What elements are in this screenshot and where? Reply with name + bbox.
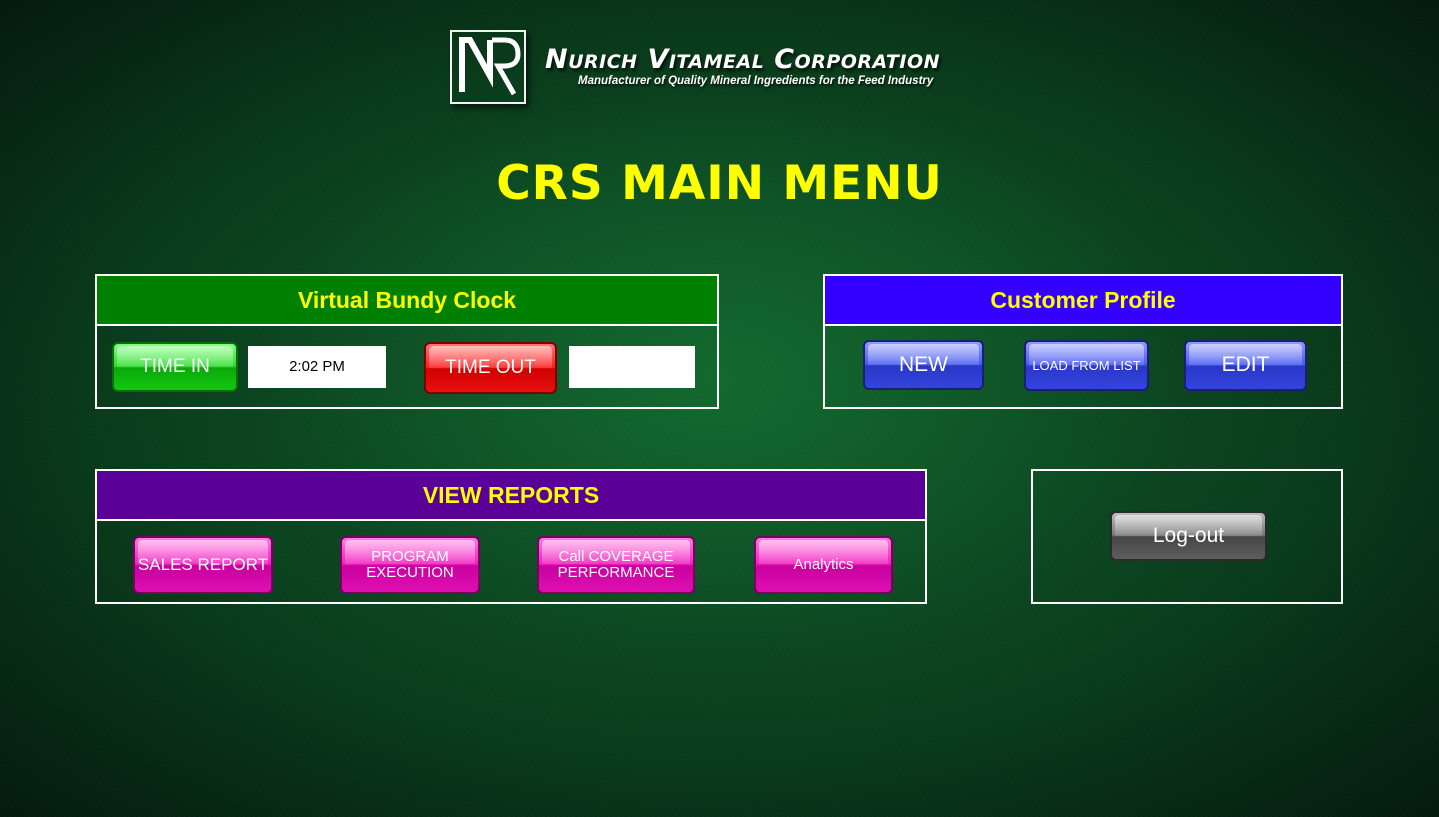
time-out-label: TIME OUT xyxy=(445,357,536,379)
logout-label: Log-out xyxy=(1152,523,1225,547)
time-in-button[interactable]: TIME IN xyxy=(112,342,238,392)
call-coverage-button[interactable]: Call COVERAGE PERFORMANCE xyxy=(537,536,695,594)
customer-profile-panel: Customer Profile NEW LOAD FROM LIST EDIT xyxy=(823,274,1343,409)
program-execution-label-line1: PROGRAM xyxy=(371,548,449,566)
sales-report-label: SALES REPORT xyxy=(137,555,269,575)
sales-report-button[interactable]: SALES REPORT xyxy=(133,536,273,594)
page-title: CRS MAIN MENU xyxy=(496,156,943,211)
nr-logo-icon: NR xyxy=(450,30,526,104)
view-reports-panel: VIEW REPORTS SALES REPORT PROGRAM EXECUT… xyxy=(95,469,927,604)
time-out-field xyxy=(569,346,695,388)
time-in-field: 2:02 PM xyxy=(248,346,386,388)
analytics-button[interactable]: Analytics xyxy=(754,536,893,594)
svg-text:NR: NR xyxy=(452,32,454,33)
new-customer-label: NEW xyxy=(899,352,948,376)
analytics-label: Analytics xyxy=(793,556,854,574)
load-from-list-button[interactable]: LOAD FROM LIST xyxy=(1024,340,1149,391)
view-reports-header: VIEW REPORTS xyxy=(97,471,925,521)
company-logo: NR Nurich Vitameal Corporation Manufactu… xyxy=(450,28,1010,108)
customer-profile-header: Customer Profile xyxy=(825,276,1341,326)
call-coverage-label-line2: PERFORMANCE xyxy=(557,564,675,581)
call-coverage-label-line1: Call COVERAGE xyxy=(558,548,674,566)
edit-customer-label: EDIT xyxy=(1221,353,1270,377)
bundy-clock-header: Virtual Bundy Clock xyxy=(97,276,717,326)
company-name: Nurich Vitameal Corporation xyxy=(545,44,940,75)
logout-button[interactable]: Log-out xyxy=(1110,511,1267,561)
edit-customer-button[interactable]: EDIT xyxy=(1184,340,1307,391)
bundy-clock-panel: Virtual Bundy Clock TIME IN 2:02 PM TIME… xyxy=(95,274,719,409)
company-tagline: Manufacturer of Quality Mineral Ingredie… xyxy=(578,75,934,87)
time-out-button[interactable]: TIME OUT xyxy=(424,342,557,394)
new-customer-button[interactable]: NEW xyxy=(863,340,984,390)
time-in-label: TIME IN xyxy=(140,356,210,378)
load-from-list-label: LOAD FROM LIST xyxy=(1032,357,1141,373)
program-execution-label-line2: EXECUTION xyxy=(366,564,454,581)
logout-panel: Log-out xyxy=(1031,469,1343,604)
program-execution-button[interactable]: PROGRAM EXECUTION xyxy=(340,536,480,594)
